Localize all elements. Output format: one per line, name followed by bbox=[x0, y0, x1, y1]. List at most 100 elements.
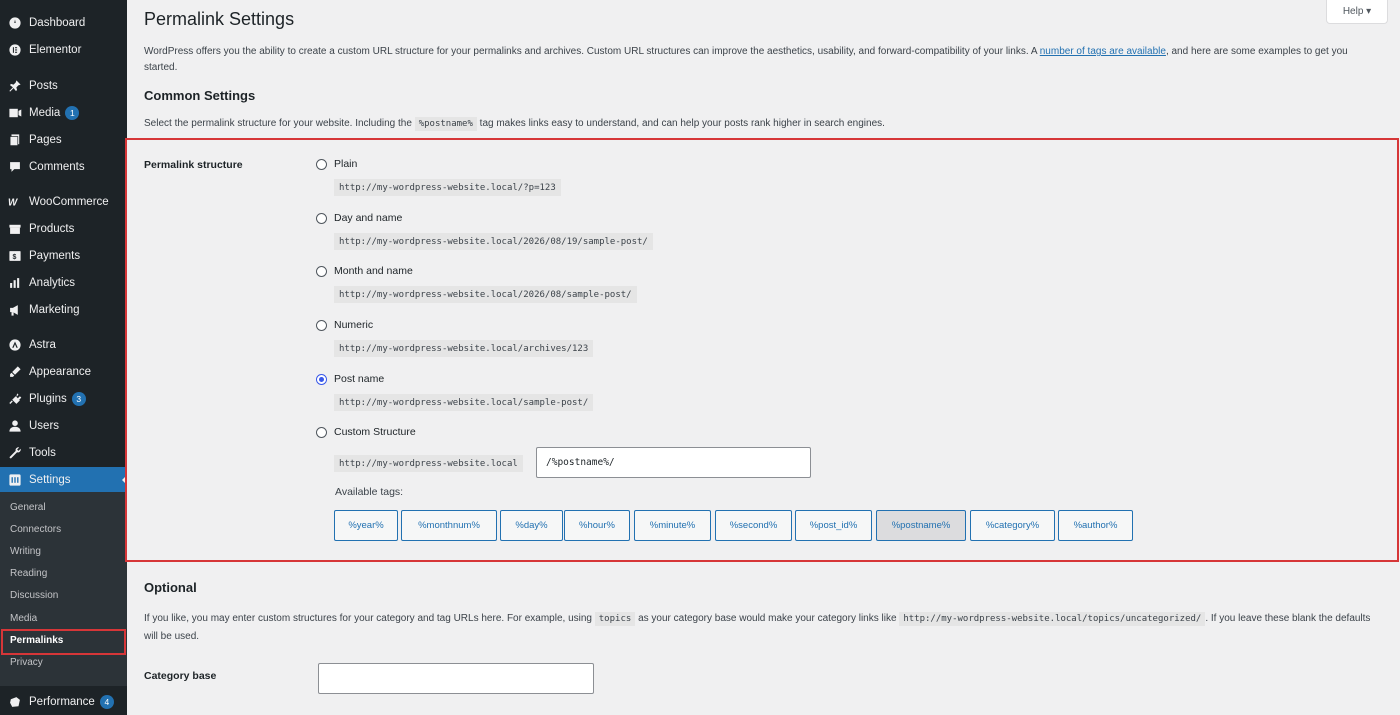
elementor-icon bbox=[7, 42, 22, 57]
permalink-option-label[interactable]: Custom Structure bbox=[334, 426, 416, 438]
sidebar-item-label: Posts bbox=[29, 79, 58, 92]
permalink-radio-numeric[interactable] bbox=[316, 320, 327, 331]
sidebar-item-performance[interactable]: Performance 4 bbox=[0, 689, 127, 714]
sidebar-item-users[interactable]: Users bbox=[0, 413, 127, 438]
sidebar-item-label: Payments bbox=[29, 249, 81, 262]
sidebar-item-label: Pages bbox=[29, 133, 62, 146]
permalink-example-url: http://my-wordpress-website.local/archiv… bbox=[334, 340, 594, 357]
permalink-example-url: http://my-wordpress-website.local/sample… bbox=[334, 394, 594, 411]
sidebar-item-analytics[interactable]: Analytics bbox=[0, 270, 127, 295]
sidebar-item-label: Media bbox=[29, 106, 61, 119]
intro-text: WordPress offers you the ability to crea… bbox=[144, 44, 1374, 76]
postname-code: %postname% bbox=[414, 117, 477, 131]
permalink-option-label[interactable]: Post name bbox=[334, 373, 384, 385]
sidebar-item-label: Tools bbox=[29, 446, 56, 459]
common-desc-after: tag makes links easy to understand, and … bbox=[479, 118, 885, 129]
submenu-item-discussion[interactable]: Discussion bbox=[10, 590, 58, 601]
pages-icon bbox=[7, 132, 22, 147]
submenu-item-writing[interactable]: Writing bbox=[10, 546, 41, 557]
sidebar-item-label: Analytics bbox=[29, 276, 76, 289]
permalink-option-label[interactable]: Month and name bbox=[334, 265, 413, 277]
sidebar-item-tools[interactable]: Tools bbox=[0, 440, 127, 465]
permalink-option-label[interactable]: Day and name bbox=[334, 212, 402, 224]
permalink-radio-plain[interactable] bbox=[316, 159, 327, 170]
permalink-structure-highlight-box bbox=[125, 138, 1399, 562]
tools-icon bbox=[7, 445, 22, 460]
help-button[interactable]: Help ▾ bbox=[1326, 0, 1388, 24]
permalink-option-label[interactable]: Numeric bbox=[334, 319, 373, 331]
sidebar-item-label: Appearance bbox=[29, 365, 92, 378]
sidebar-item-products[interactable]: Products bbox=[0, 216, 127, 241]
tag-button-author[interactable]: %author% bbox=[1058, 510, 1133, 541]
sidebar-item-appearance[interactable]: Appearance bbox=[0, 359, 127, 384]
optional-desc-2: as your category base would make your ca… bbox=[638, 613, 897, 624]
category-base-label: Category base bbox=[144, 670, 217, 682]
sidebar-item-label: Marketing bbox=[29, 303, 80, 316]
sidebar-item-payments[interactable]: $ Payments bbox=[0, 243, 127, 268]
woocommerce-icon: W bbox=[7, 194, 22, 209]
main-content: Permalink Settings Help ▾ WordPress offe… bbox=[125, 0, 1400, 715]
category-url-code: http://my-wordpress-website.local/topics… bbox=[899, 612, 1206, 626]
submenu-item-reading[interactable]: Reading bbox=[10, 568, 47, 579]
payments-icon: $ bbox=[7, 248, 22, 263]
sidebar-item-media[interactable]: Media 1 bbox=[0, 100, 127, 125]
permalink-radio-post-name[interactable] bbox=[316, 374, 327, 385]
sidebar-item-plugins[interactable]: Plugins 3 bbox=[0, 386, 127, 411]
tag-button-post_id[interactable]: %post_id% bbox=[795, 510, 872, 541]
tag-button-minute[interactable]: %minute% bbox=[634, 510, 711, 541]
topics-code: topics bbox=[594, 612, 636, 626]
permalink-radio-month-and-name[interactable] bbox=[316, 266, 327, 277]
permalink-radio-custom-structure[interactable] bbox=[316, 427, 327, 438]
sidebar-item-label: WooCommerce bbox=[29, 195, 109, 208]
common-settings-desc: Select the permalink structure for your … bbox=[144, 117, 885, 131]
intro-text-before: WordPress offers you the ability to crea… bbox=[144, 46, 1040, 57]
sidebar-item-dashboard[interactable]: Dashboard bbox=[0, 10, 127, 35]
permalink-option-label[interactable]: Plain bbox=[334, 158, 357, 170]
permalink-example-url: http://my-wordpress-website.local/2026/0… bbox=[334, 286, 637, 303]
sidebar-item-label: Comments bbox=[29, 160, 85, 173]
sidebar-item-woocommerce[interactable]: W WooCommerce bbox=[0, 189, 127, 214]
sidebar-item-label: Elementor bbox=[29, 43, 82, 56]
common-desc-before: Select the permalink structure for your … bbox=[144, 118, 412, 129]
sidebar-item-elementor[interactable]: Elementor bbox=[0, 37, 127, 62]
submenu-item-media[interactable]: Media bbox=[10, 613, 37, 624]
sidebar-item-comments[interactable]: Comments bbox=[0, 154, 127, 179]
svg-text:W: W bbox=[8, 197, 18, 208]
performance-icon bbox=[7, 694, 22, 709]
category-base-input[interactable] bbox=[318, 663, 594, 694]
users-icon bbox=[7, 418, 22, 433]
tag-button-day[interactable]: %day% bbox=[500, 510, 563, 541]
tag-button-postname[interactable]: %postname% bbox=[876, 510, 966, 541]
common-settings-heading: Common Settings bbox=[144, 88, 256, 103]
media-icon bbox=[7, 105, 22, 120]
tags-link[interactable]: number of tags are available bbox=[1040, 46, 1166, 57]
permalink-radio-day-and-name[interactable] bbox=[316, 213, 327, 224]
tag-button-monthnum[interactable]: %monthnum% bbox=[401, 510, 497, 541]
sidebar-item-pages[interactable]: Pages bbox=[0, 127, 127, 152]
permalink-example-url: http://my-wordpress-website.local/2026/0… bbox=[334, 233, 653, 250]
submenu-item-connectors[interactable]: Connectors bbox=[10, 524, 61, 535]
svg-text:$: $ bbox=[12, 253, 16, 260]
sidebar-item-astra[interactable]: Astra bbox=[0, 332, 127, 357]
submenu-item-privacy[interactable]: Privacy bbox=[10, 657, 43, 668]
products-icon bbox=[7, 221, 22, 236]
optional-desc: If you like, you may enter custom struct… bbox=[144, 610, 1374, 646]
tag-button-hour[interactable]: %hour% bbox=[564, 510, 630, 541]
help-label: Help ▾ bbox=[1342, 6, 1372, 17]
sidebar-item-label: Dashboard bbox=[29, 16, 86, 29]
sidebar-item-label: Performance bbox=[29, 695, 95, 708]
sidebar-item-marketing[interactable]: Marketing bbox=[0, 297, 127, 322]
submenu-item-general[interactable]: General bbox=[10, 502, 46, 513]
marketing-icon bbox=[7, 302, 22, 317]
tag-button-category[interactable]: %category% bbox=[970, 510, 1055, 541]
update-count-badge: 4 bbox=[99, 694, 114, 709]
tag-button-year[interactable]: %year% bbox=[334, 510, 398, 541]
available-tags-label: Available tags: bbox=[335, 486, 404, 498]
sidebar-item-posts[interactable]: Posts bbox=[0, 73, 127, 98]
sidebar-item-settings[interactable]: Settings bbox=[0, 467, 127, 492]
astra-icon bbox=[7, 337, 22, 352]
tag-button-second[interactable]: %second% bbox=[715, 510, 792, 541]
custom-structure-input[interactable]: /%postname%/ bbox=[536, 447, 811, 478]
permalink-example-url: http://my-wordpress-website.local/?p=123 bbox=[334, 179, 561, 196]
page-title: Permalink Settings bbox=[144, 9, 295, 29]
